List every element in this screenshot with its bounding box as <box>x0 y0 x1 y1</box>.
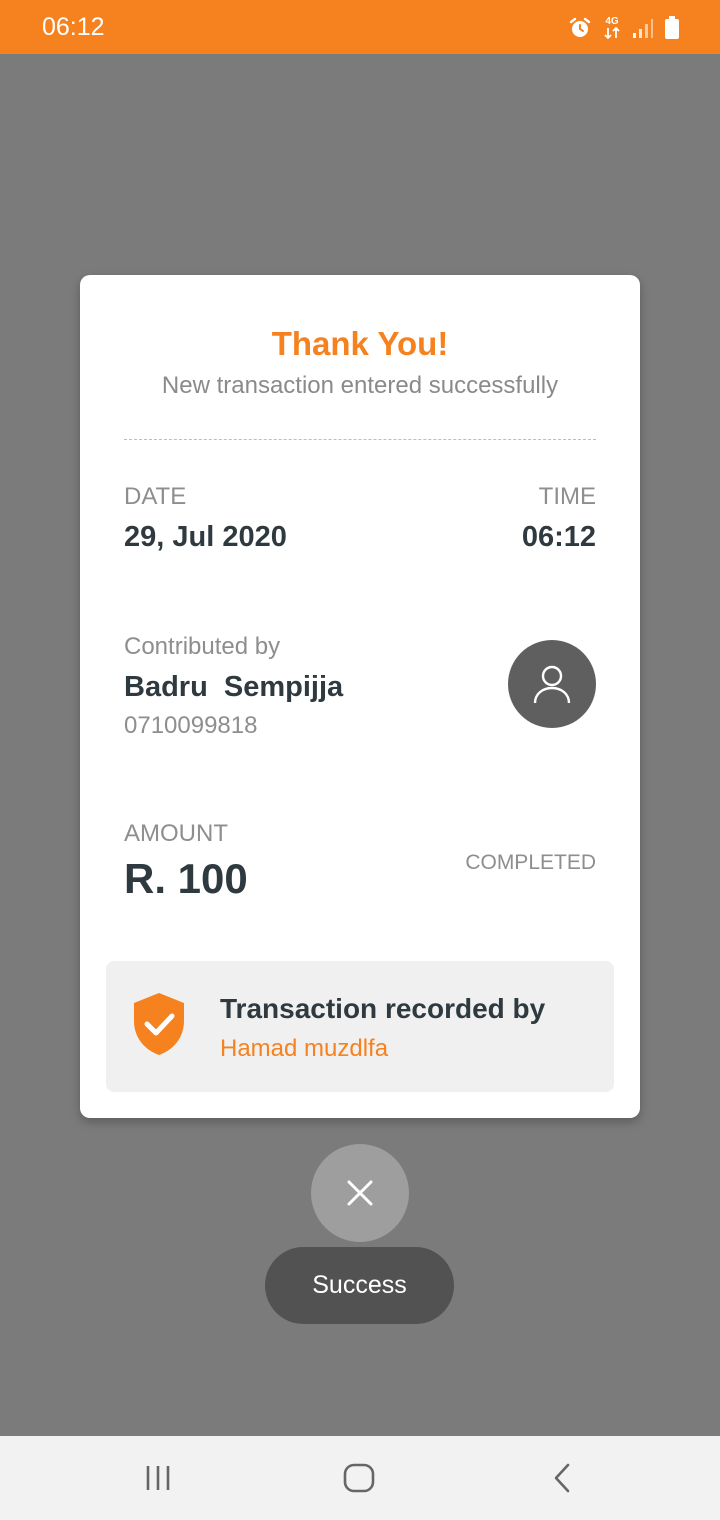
person-icon <box>533 665 571 704</box>
navigation-bar <box>0 1436 720 1520</box>
date-label: DATE <box>124 483 187 510</box>
time-value: 06:12 <box>521 521 596 553</box>
contributed-by-label: Contributed by <box>124 633 281 660</box>
home-button[interactable] <box>337 1458 381 1498</box>
status-icons: 4G <box>568 14 680 42</box>
home-icon <box>343 1463 375 1493</box>
success-subtitle: New transaction entered successfully <box>161 372 559 399</box>
contributor-phone: 0710099818 <box>124 712 258 739</box>
status-badge: COMPLETED <box>465 851 596 874</box>
back-icon <box>554 1463 570 1493</box>
close-icon <box>347 1180 373 1206</box>
recorded-by-title: Transaction recorded by <box>220 993 546 1024</box>
shield-check-icon <box>134 993 184 1055</box>
avatar <box>508 640 596 728</box>
status-time: 06:12 <box>42 13 105 41</box>
transaction-receipt-card: Thank You! New transaction entered succe… <box>80 275 640 1118</box>
recent-apps-icon <box>146 1466 170 1490</box>
recent-apps-button[interactable] <box>136 1458 180 1498</box>
recorded-by-name: Hamad muzdlfa <box>220 1035 389 1062</box>
dashed-divider <box>124 439 596 440</box>
amount-label: AMOUNT <box>124 820 228 847</box>
contributor-name: Badru Sempijja <box>124 671 344 703</box>
thank-you-title: Thank You! <box>271 325 449 362</box>
time-label: TIME <box>538 483 596 510</box>
close-button[interactable] <box>311 1144 409 1242</box>
network-label: 4G <box>605 16 619 27</box>
success-toast: Success <box>265 1247 454 1324</box>
alarm-icon <box>569 17 591 37</box>
recorded-by-panel: Transaction recorded by Hamad muzdlfa <box>106 961 614 1092</box>
signal-icon <box>633 19 653 38</box>
back-button[interactable] <box>540 1458 584 1498</box>
network-4g-icon: 4G <box>602 17 622 39</box>
status-bar: 06:12 4G <box>0 0 720 54</box>
date-value: 29, Jul 2020 <box>124 521 287 553</box>
amount-value: R. 100 <box>124 855 248 902</box>
battery-icon <box>665 16 679 39</box>
